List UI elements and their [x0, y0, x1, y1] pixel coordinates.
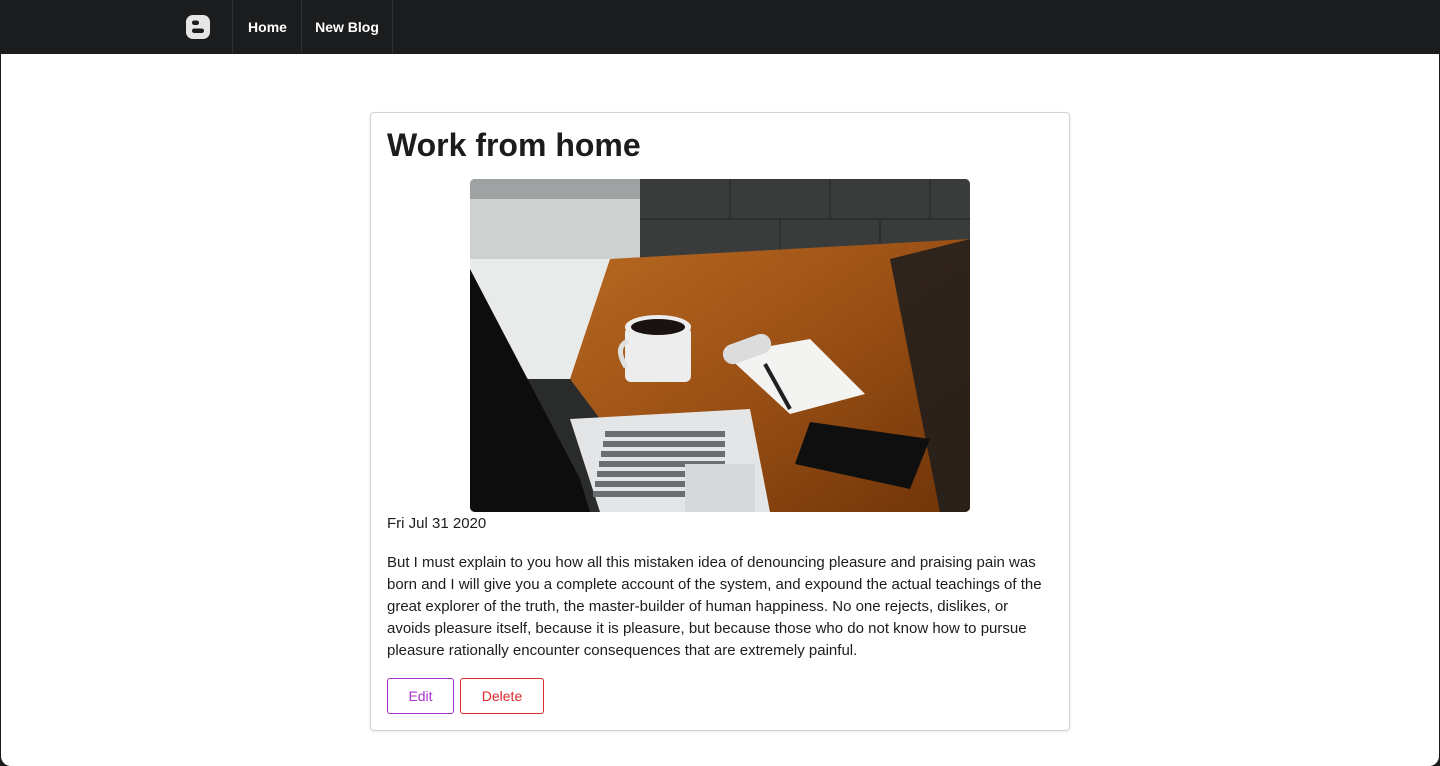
- blog-post-card: Work from home Fri Jul 31 2020 But I mus…: [370, 112, 1070, 731]
- nav-home-link[interactable]: Home: [232, 0, 302, 54]
- top-navbar: Home New Blog: [0, 0, 1440, 54]
- delete-button[interactable]: Delete: [460, 678, 544, 714]
- post-image: [470, 179, 970, 512]
- post-body: But I must explain to you how all this m…: [387, 554, 1042, 659]
- post-date: Fri Jul 31 2020: [387, 515, 487, 532]
- edit-button[interactable]: Edit: [387, 678, 454, 714]
- blogger-logo-icon[interactable]: [164, 0, 232, 54]
- nav-new-blog-link[interactable]: New Blog: [301, 0, 393, 54]
- post-title: Work from home: [387, 127, 641, 163]
- page-content: Work from home Fri Jul 31 2020 But I mus…: [1, 54, 1439, 766]
